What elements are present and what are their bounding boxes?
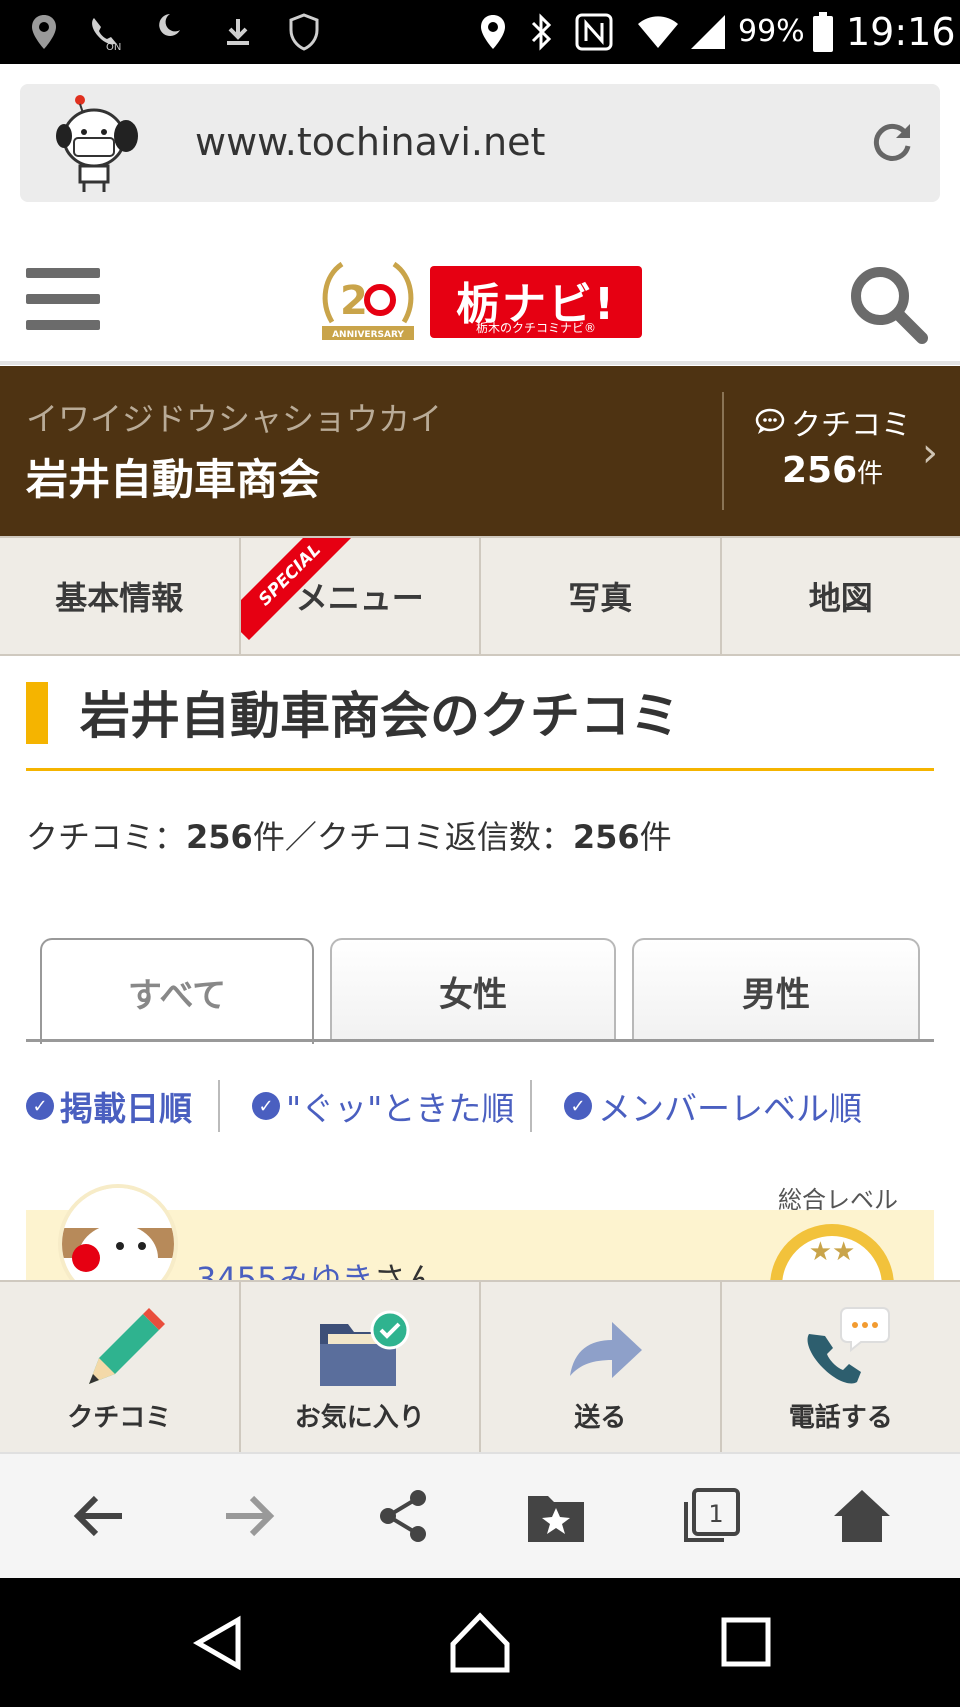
- shop-kuchikomi-label: クチコミ: [791, 408, 911, 443]
- nfc-icon: [574, 12, 614, 52]
- call-button[interactable]: 電話する: [722, 1282, 960, 1452]
- tab-menu[interactable]: SPECIAL メニュー: [240, 538, 481, 654]
- signal-icon: [688, 12, 728, 52]
- title-accent-bar: [26, 682, 48, 744]
- shop-kuchikomi-link[interactable]: クチコミ: [755, 400, 911, 444]
- location-icon: [28, 12, 60, 52]
- sort-separator: [530, 1080, 532, 1132]
- site-mascot-icon: [50, 92, 150, 196]
- system-nav-bar: [0, 1578, 960, 1707]
- share-icon[interactable]: [372, 1484, 436, 1548]
- overall-level-label: 総合レベル: [778, 1186, 898, 1214]
- tab-female[interactable]: 女性: [330, 938, 616, 1042]
- logo-subtext: 栃木のクチコミナビ®: [475, 321, 596, 335]
- page-title: 岩井自動車商会のクチコミ: [80, 687, 680, 745]
- tab-all[interactable]: すべて: [40, 938, 314, 1044]
- back-triangle-icon[interactable]: [184, 1608, 254, 1678]
- anniversary-logo: 2 ANNIVERSARY: [318, 252, 418, 344]
- tochinavi-logo[interactable]: 栃ナビ! 栃木のクチコミナビ®: [430, 266, 642, 338]
- pencil-icon: [69, 1304, 169, 1394]
- chevron-down-icon: ✓: [26, 1092, 54, 1120]
- shield-icon: [286, 12, 322, 52]
- battery-percent: 99%: [738, 14, 805, 49]
- tabs-icon[interactable]: 1: [680, 1484, 744, 1548]
- sort-by-member-level[interactable]: ✓ メンバーレベル順: [564, 1082, 862, 1130]
- download-icon: [220, 12, 256, 52]
- favorite-button[interactable]: お気に入り: [241, 1282, 481, 1452]
- home-circle-icon[interactable]: [445, 1608, 515, 1678]
- svg-text:★★: ★★: [809, 1237, 856, 1267]
- url-bar[interactable]: www.tochinavi.net: [20, 84, 940, 202]
- svg-text:1: 1: [708, 1500, 723, 1528]
- chevron-down-icon: ✓: [252, 1092, 280, 1120]
- recents-square-icon[interactable]: [712, 1608, 782, 1678]
- shop-name: 岩井自動車商会: [26, 455, 321, 504]
- action-bar: クチコミ お気に入り 送る 電話する: [0, 1280, 960, 1452]
- url-text[interactable]: www.tochinavi.net: [195, 120, 545, 164]
- gender-tabs-baseline: [26, 1039, 934, 1042]
- tab-basic-info[interactable]: 基本情報: [0, 538, 241, 654]
- reload-icon[interactable]: [868, 118, 918, 168]
- shop-nav-tabs: 基本情報 SPECIAL メニュー 写真 地図: [0, 536, 960, 656]
- shop-name-kana: イワイジドウシャショウカイ: [26, 400, 443, 438]
- write-review-button[interactable]: クチコミ: [0, 1282, 241, 1452]
- bluetooth-icon: [526, 12, 556, 52]
- tab-male[interactable]: 男性: [632, 938, 920, 1042]
- bookmark-folder-icon[interactable]: [524, 1484, 588, 1548]
- wifi-icon: [636, 12, 680, 52]
- battery-icon: [812, 12, 834, 52]
- back-arrow-icon[interactable]: [66, 1484, 130, 1548]
- share-arrow-icon: [550, 1304, 650, 1394]
- sort-separator: [218, 1080, 220, 1132]
- clock: 19:16: [846, 10, 956, 54]
- tab-photos[interactable]: 写真: [481, 538, 722, 654]
- folder-check-icon: [310, 1304, 410, 1394]
- svg-text:ANNIVERSARY: ANNIVERSARY: [332, 330, 404, 340]
- browser-toolbar: 1: [0, 1452, 960, 1578]
- search-icon[interactable]: [846, 262, 930, 346]
- forward-arrow-icon[interactable]: [218, 1484, 282, 1548]
- shop-kuchikomi-count: 256件: [782, 450, 884, 491]
- phone-icon: [791, 1304, 891, 1394]
- speech-bubble-icon: [755, 408, 785, 434]
- header-divider: [0, 361, 960, 365]
- send-button[interactable]: 送る: [481, 1282, 722, 1452]
- title-underline: [26, 768, 934, 771]
- svg-text:2: 2: [340, 278, 368, 324]
- sort-by-good[interactable]: ✓ "ぐッ"ときた順: [252, 1082, 514, 1130]
- shop-divider: [722, 392, 724, 510]
- chevron-right-icon[interactable]: ›: [922, 430, 938, 476]
- svg-text:ON: ON: [106, 42, 121, 52]
- review-counts: クチコミ：256件／クチコミ返信数：256件: [26, 818, 672, 856]
- tab-map[interactable]: 地図: [722, 538, 960, 654]
- gps-icon: [478, 12, 508, 52]
- status-bar: ON 99% 19:16: [0, 0, 960, 64]
- night-mode-icon: [150, 12, 190, 52]
- home-icon[interactable]: [830, 1484, 894, 1548]
- chevron-down-icon: ✓: [564, 1092, 592, 1120]
- call-forward-icon: ON: [84, 12, 128, 52]
- hamburger-menu-icon[interactable]: [26, 268, 100, 330]
- shop-header[interactable]: イワイジドウシャショウカイ 岩井自動車商会 クチコミ 256件 ›: [0, 366, 960, 536]
- sort-by-date[interactable]: ✓ 掲載日順: [26, 1082, 192, 1130]
